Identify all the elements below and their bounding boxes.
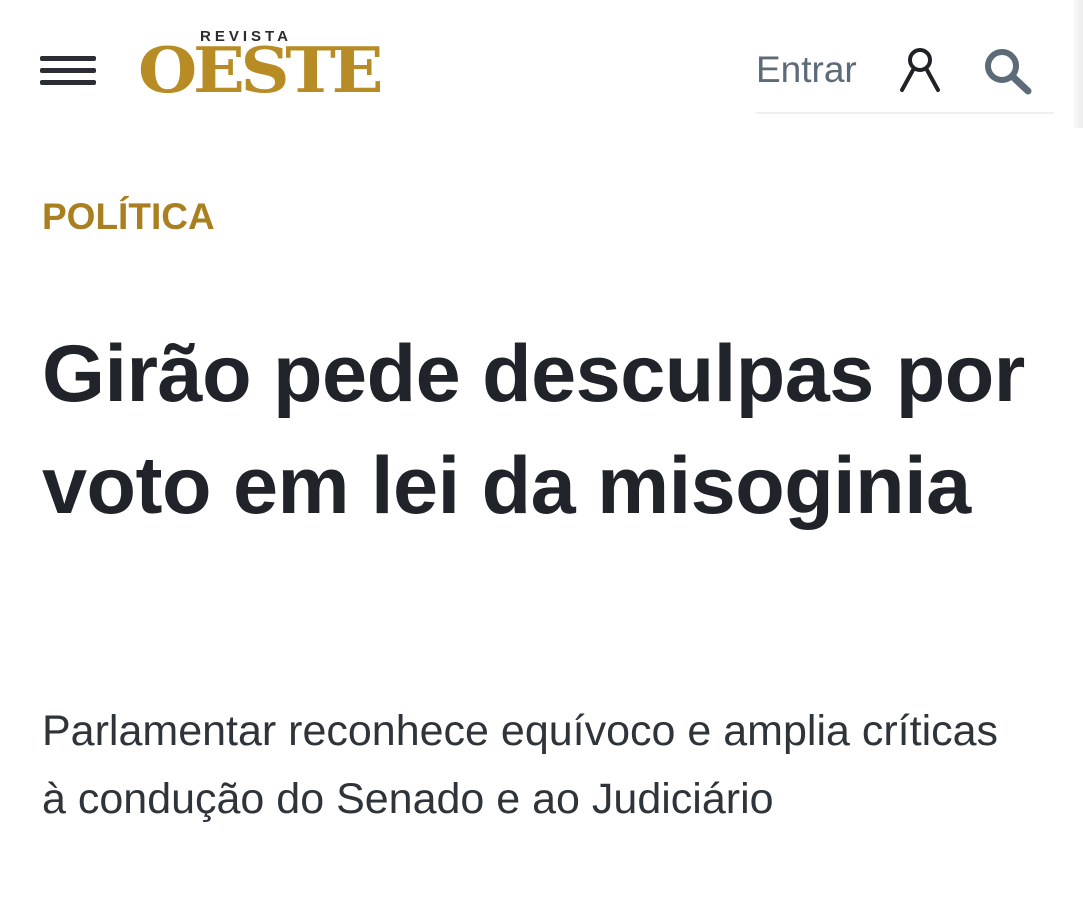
search-icon[interactable]	[982, 46, 1034, 96]
hamburger-menu-icon[interactable]	[40, 52, 98, 90]
user-icon[interactable]	[898, 46, 942, 94]
header-divider	[756, 112, 1054, 114]
article-category-link[interactable]: POLÍTICA	[42, 194, 215, 240]
scroll-edge-shadow	[1074, 0, 1083, 128]
login-link[interactable]: Entrar	[756, 46, 857, 94]
article-subtitle: Parlamentar reconhece equívoco e amplia …	[42, 707, 999, 823]
site-header: REVISTA OESTE Entrar	[0, 0, 1083, 140]
site-logo[interactable]: REVISTA OESTE	[138, 24, 383, 110]
article-headline: Girão pede desculpas por voto em lei da …	[42, 329, 1025, 531]
logo-brand-text: OESTE	[138, 33, 383, 107]
